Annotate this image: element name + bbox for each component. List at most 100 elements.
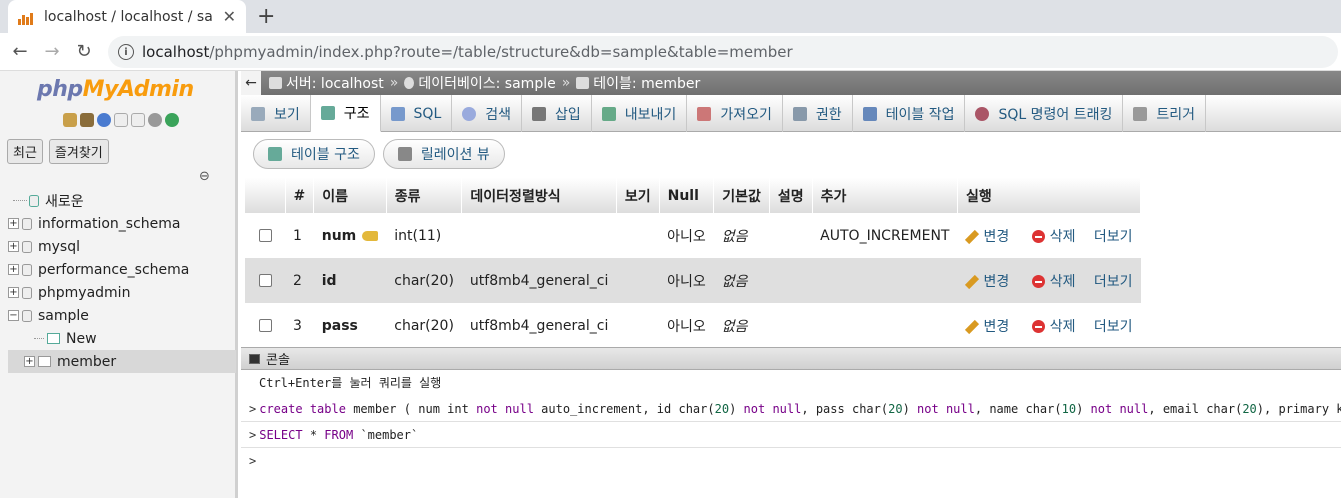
- reload-nav-icon[interactable]: [165, 113, 179, 127]
- structure-table: # 이름 종류 데이터정렬방식 보기 Null 기본값 설명 추가 실행 1 n…: [245, 178, 1142, 348]
- row-number: 3: [285, 303, 314, 348]
- tree-item-new-table[interactable]: New: [8, 327, 236, 350]
- breadcrumb-table[interactable]: 테이블: member: [593, 73, 700, 93]
- expand-icon[interactable]: +: [8, 241, 19, 252]
- reload-icon[interactable]: ↻: [68, 41, 100, 62]
- gear-icon[interactable]: [148, 113, 162, 127]
- change-button[interactable]: 변경: [965, 319, 1009, 335]
- breadcrumb-server[interactable]: 서버: localhost: [286, 73, 384, 93]
- link-icon[interactable]: ⊖: [199, 169, 210, 184]
- navigation-panel: phpMyAdmin 최근 즐겨찾기 ⊖ 새로운 + information_s…: [0, 71, 238, 498]
- console-query: SELECT * FROM `member`: [259, 427, 419, 442]
- tab-import[interactable]: 가져오기: [687, 95, 783, 132]
- row-checkbox[interactable]: [258, 319, 272, 332]
- table-icon: [38, 356, 51, 367]
- docs-icon-2[interactable]: [131, 113, 145, 127]
- change-button[interactable]: 변경: [965, 274, 1009, 290]
- column-header[interactable]: Null: [659, 178, 715, 213]
- docs-icon[interactable]: [114, 113, 128, 127]
- forward-icon[interactable]: →: [36, 41, 68, 62]
- tab-triggers[interactable]: 트리거: [1123, 95, 1206, 132]
- expand-icon[interactable]: +: [8, 218, 19, 229]
- delete-icon: [1031, 275, 1045, 288]
- home-icon[interactable]: [63, 113, 77, 127]
- back-icon[interactable]: ←: [4, 41, 36, 62]
- new-tab-icon[interactable]: +: [257, 4, 275, 29]
- column-null: 아니오: [659, 258, 714, 303]
- column-default: 없음: [713, 303, 770, 348]
- tree-item-sample[interactable]: − sample: [8, 304, 236, 327]
- collapse-panel-icon[interactable]: ←: [241, 71, 261, 95]
- expand-icon[interactable]: +: [8, 287, 19, 298]
- column-name: pass: [321, 317, 358, 334]
- tree-item-performance-schema[interactable]: + performance_schema: [8, 258, 236, 281]
- tab-insert[interactable]: 삽입: [522, 95, 592, 132]
- database-icon: [404, 77, 415, 89]
- column-extra: AUTO_INCREMENT: [812, 213, 958, 258]
- tab-sql[interactable]: SQL: [381, 95, 453, 132]
- change-button[interactable]: 변경: [965, 229, 1009, 245]
- tab-operations[interactable]: 테이블 작업: [853, 95, 966, 132]
- row-number: 1: [285, 213, 314, 258]
- column-header[interactable]: 보기: [616, 178, 660, 213]
- row-checkbox[interactable]: [258, 229, 272, 242]
- console-history-entry[interactable]: > SELECT * FROM `member`: [241, 422, 1341, 448]
- column-header[interactable]: 이름: [313, 178, 387, 213]
- recent-button[interactable]: 최근: [7, 139, 43, 164]
- tab-export[interactable]: 내보내기: [592, 95, 688, 132]
- phpmyadmin-logo[interactable]: phpMyAdmin: [37, 77, 194, 102]
- column-header[interactable]: 종류: [386, 178, 463, 213]
- column-header[interactable]: 데이터정렬방식: [461, 178, 617, 213]
- insert-icon: [532, 106, 547, 121]
- tab-tracking[interactable]: SQL 명령어 트래킹: [965, 95, 1124, 132]
- browser-tab[interactable]: localhost / localhost / sam ✕: [8, 0, 246, 33]
- help-icon[interactable]: [97, 113, 111, 127]
- drop-button[interactable]: 삭제: [1031, 229, 1075, 245]
- column-name: id: [321, 272, 337, 289]
- url-path: /phpmyadmin/index.php?route=/table/struc…: [209, 43, 793, 61]
- tab-structure[interactable]: 구조: [310, 95, 381, 132]
- tab-browse[interactable]: 보기: [241, 95, 311, 132]
- tree-item-mysql[interactable]: + mysql: [8, 235, 236, 258]
- subtab-table-structure[interactable]: 테이블 구조: [253, 139, 375, 169]
- relation-icon: [397, 147, 412, 161]
- logout-icon[interactable]: [80, 113, 94, 127]
- console-toggle[interactable]: 콘솔: [241, 348, 1341, 370]
- more-button[interactable]: 더보기: [1094, 319, 1133, 335]
- search-icon: [462, 106, 477, 121]
- tree-item-member[interactable]: + member: [8, 350, 236, 373]
- pencil-icon: [965, 319, 980, 334]
- database-icon: [22, 240, 32, 253]
- more-button[interactable]: 더보기: [1094, 229, 1133, 245]
- subtab-relation-view[interactable]: 릴레이션 뷰: [382, 139, 505, 169]
- column-header[interactable]: 추가: [812, 178, 958, 213]
- info-icon[interactable]: i: [118, 44, 134, 60]
- tree-item-new[interactable]: 새로운: [8, 189, 236, 212]
- database-tree: 새로운 + information_schema + mysql + perfo…: [8, 189, 236, 373]
- console-input[interactable]: >: [241, 448, 1341, 474]
- column-header[interactable]: 설명: [769, 178, 813, 213]
- tab-search[interactable]: 검색: [452, 95, 523, 132]
- new-table-icon: [47, 333, 60, 344]
- favorites-button[interactable]: 즐겨찾기: [48, 139, 109, 164]
- url-host: localhost: [142, 43, 210, 61]
- collapse-icon[interactable]: −: [8, 310, 19, 321]
- address-bar[interactable]: i localhost/phpmyadmin/index.php?route=/…: [108, 36, 1338, 68]
- console-hint: Ctrl+Enter를 눌러 쿼리를 실행: [241, 370, 1341, 396]
- drop-button[interactable]: 삭제: [1031, 319, 1075, 335]
- tree-item-phpmyadmin[interactable]: + phpmyadmin: [8, 281, 236, 304]
- tab-privileges[interactable]: 권한: [783, 95, 853, 132]
- column-header[interactable]: 기본값: [713, 178, 770, 213]
- tree-item-information-schema[interactable]: + information_schema: [8, 212, 236, 235]
- close-icon[interactable]: ✕: [223, 7, 236, 26]
- column-extra: [812, 303, 958, 348]
- breadcrumb-database[interactable]: 데이터베이스: sample: [418, 73, 555, 93]
- expand-icon[interactable]: +: [24, 356, 35, 367]
- database-icon: [22, 217, 32, 230]
- expand-icon[interactable]: +: [8, 264, 19, 275]
- row-checkbox[interactable]: [258, 274, 272, 287]
- console-history-entry[interactable]: > create table member ( num int not null…: [241, 396, 1341, 422]
- drop-button[interactable]: 삭제: [1031, 274, 1075, 290]
- column-type: int(11): [386, 213, 462, 258]
- more-button[interactable]: 더보기: [1094, 274, 1133, 290]
